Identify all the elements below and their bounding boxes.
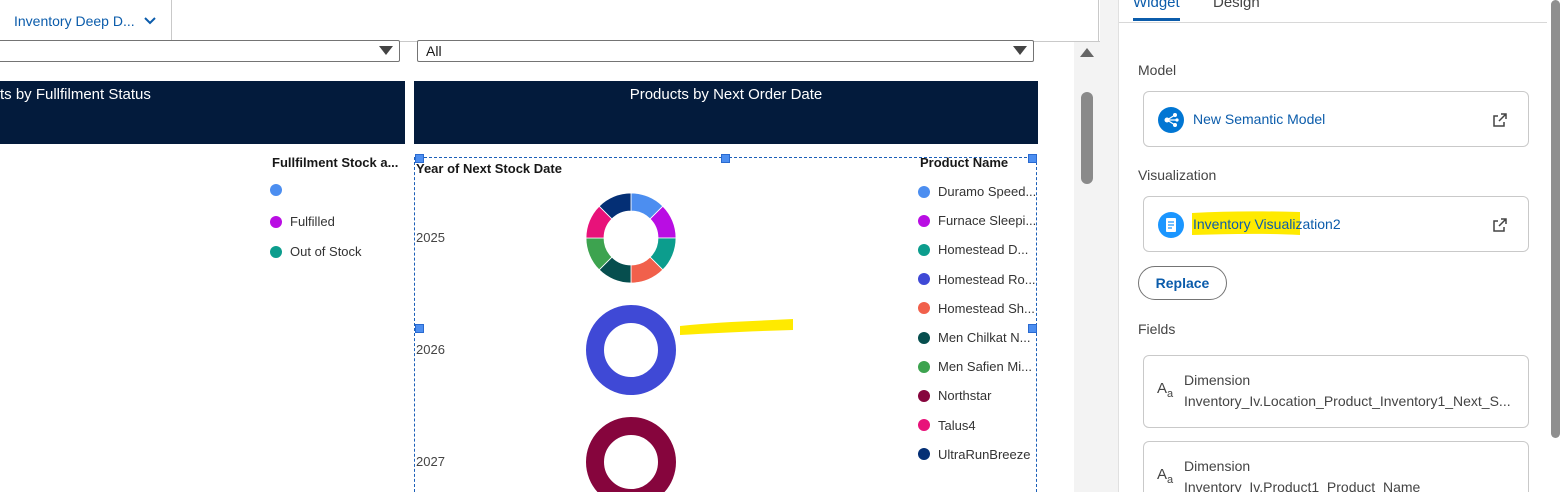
filter-select-right[interactable]: All: [417, 40, 1034, 62]
right-legend-item[interactable]: Homestead Sh...: [918, 301, 1035, 316]
page-tab-label: Inventory Deep D...: [14, 13, 135, 29]
legend-label: Out of Stock: [290, 244, 362, 259]
right-legend-item[interactable]: Homestead Ro...: [918, 272, 1036, 287]
model-label: Model: [1138, 62, 1177, 78]
resize-handle-top[interactable]: [721, 154, 730, 163]
right-legend-item[interactable]: Homestead D...: [918, 242, 1028, 257]
right-legend-item[interactable]: Men Safien Mi...: [918, 359, 1032, 374]
field-kind: Dimension: [1184, 372, 1251, 388]
legend-label: Men Chilkat N...: [938, 330, 1031, 345]
legend-swatch: [918, 360, 930, 373]
legend-swatch: [918, 448, 930, 461]
donut-slice[interactable]: [586, 417, 676, 492]
dropdown-arrow-icon: [379, 46, 393, 55]
left-chart-header: ts by Fullfilment Status: [0, 81, 405, 144]
legend-label: Homestead D...: [938, 242, 1029, 258]
field-card[interactable]: Aa Dimension Inventory_Iv.Location_Produ…: [1143, 355, 1529, 428]
legend-swatch: [270, 215, 282, 228]
year-label: 2027: [416, 454, 445, 469]
legend-label: Homestead Ro...: [938, 271, 1036, 287]
replace-button[interactable]: Replace: [1138, 266, 1227, 300]
donut-slice[interactable]: [586, 305, 676, 395]
panel-scroll-thumb[interactable]: [1551, 0, 1560, 438]
left-legend-title: Fullfilment Stock a...: [272, 155, 399, 170]
axis-title: Year of Next Stock Date: [416, 161, 562, 176]
legend-label: Men Safien Mi...: [938, 359, 1032, 375]
legend-label: Duramo Speed...: [938, 184, 1037, 199]
tab-widget[interactable]: Widget: [1133, 0, 1180, 21]
right-legend-title: Product Name: [920, 155, 1009, 170]
year-label: 2025: [416, 230, 445, 245]
legend-label: Northstar: [938, 388, 992, 404]
field-kind: Dimension: [1184, 458, 1251, 474]
legend-label: Fulfilled: [290, 214, 335, 229]
legend-swatch: [270, 184, 282, 196]
right-chart-header: Products by Next Order Date: [414, 81, 1038, 144]
panel-gutter: [1100, 0, 1118, 492]
tab-divider: [1119, 22, 1547, 23]
right-legend-item[interactable]: Duramo Speed...: [918, 184, 1036, 199]
visualization-card[interactable]: Inventory Visualization2: [1143, 196, 1529, 252]
resize-handle-left[interactable]: [415, 324, 424, 333]
model-card[interactable]: New Semantic Model: [1143, 91, 1529, 147]
legend-swatch: [918, 243, 930, 256]
tab-design-label: Design: [1213, 0, 1260, 11]
chevron-down-icon[interactable]: [143, 14, 157, 28]
page-tab-inventory[interactable]: Inventory Deep D...: [0, 0, 172, 42]
legend-label: Furnace Sleepi...: [938, 213, 1037, 229]
year-label: 2026: [416, 342, 445, 357]
legend-swatch: [270, 245, 282, 258]
model-link[interactable]: New Semantic Model: [1193, 111, 1325, 127]
visualization-label: Visualization: [1138, 167, 1217, 183]
left-legend-item[interactable]: Fulfilled: [270, 214, 335, 229]
tab-widget-label: Widget: [1133, 0, 1180, 11]
right-legend-item[interactable]: Men Chilkat N...: [918, 330, 1030, 345]
left-chart-title: ts by Fullfilment Status: [0, 86, 151, 103]
page-tab-bar: Inventory Deep D...: [0, 0, 1100, 42]
visualization-link[interactable]: Inventory Visualization2: [1193, 216, 1341, 232]
filter-value-right: All: [426, 43, 442, 59]
text-type-icon: Aa: [1157, 380, 1174, 400]
filter-select-left[interactable]: [0, 40, 400, 62]
right-legend-item[interactable]: Northstar: [918, 388, 991, 403]
legend-swatch: [918, 331, 930, 344]
text-type-icon: Aa: [1157, 466, 1174, 486]
dashboard-canvas: Inventory Deep D... All ts by Fullfilmen…: [0, 0, 1100, 492]
active-tab-underline: [1133, 18, 1180, 21]
dropdown-arrow-icon: [1013, 46, 1027, 55]
field-value: Inventory_Iv.Location_Product_Inventory1…: [1184, 393, 1511, 409]
legend-swatch: [918, 389, 930, 402]
resize-handle-top-right[interactable]: [1028, 154, 1037, 163]
highlighter-annotation: [680, 319, 793, 335]
field-card[interactable]: Aa Dimension Inventory_Iv.Product1_Produ…: [1143, 441, 1529, 492]
right-chart-title: Products by Next Order Date: [629, 86, 823, 103]
left-legend-item[interactable]: [270, 184, 290, 196]
external-link-icon[interactable]: [1492, 217, 1508, 233]
right-legend-item[interactable]: UltraRunBreeze: [918, 447, 1031, 462]
right-legend-item[interactable]: Talus4: [918, 418, 976, 433]
tab-design[interactable]: Design: [1213, 0, 1260, 11]
right-legend-item[interactable]: Furnace Sleepi...: [918, 213, 1036, 228]
canvas-scrollbar[interactable]: [1074, 42, 1100, 492]
legend-swatch: [918, 214, 930, 227]
legend-swatch: [918, 185, 930, 198]
properties-panel: Widget Design Model New Semantic Model V…: [1118, 0, 1561, 492]
scroll-thumb[interactable]: [1081, 92, 1093, 184]
legend-swatch: [918, 302, 930, 315]
fields-label: Fields: [1138, 321, 1176, 337]
left-legend-item[interactable]: Out of Stock: [270, 244, 362, 259]
legend-swatch: [918, 419, 930, 432]
external-link-icon[interactable]: [1492, 112, 1508, 128]
legend-swatch: [918, 273, 930, 286]
legend-label: Homestead Sh...: [938, 300, 1035, 316]
legend-label: Talus4: [938, 417, 976, 433]
panel-scrollbar[interactable]: [1550, 0, 1561, 492]
field-value: Inventory_Iv.Product1_Product_Name: [1184, 479, 1421, 492]
legend-label: UltraRunBreeze: [938, 446, 1031, 462]
semantic-model-icon: [1158, 107, 1184, 133]
scroll-up-arrow-icon[interactable]: [1080, 48, 1094, 57]
document-icon: [1158, 212, 1184, 238]
